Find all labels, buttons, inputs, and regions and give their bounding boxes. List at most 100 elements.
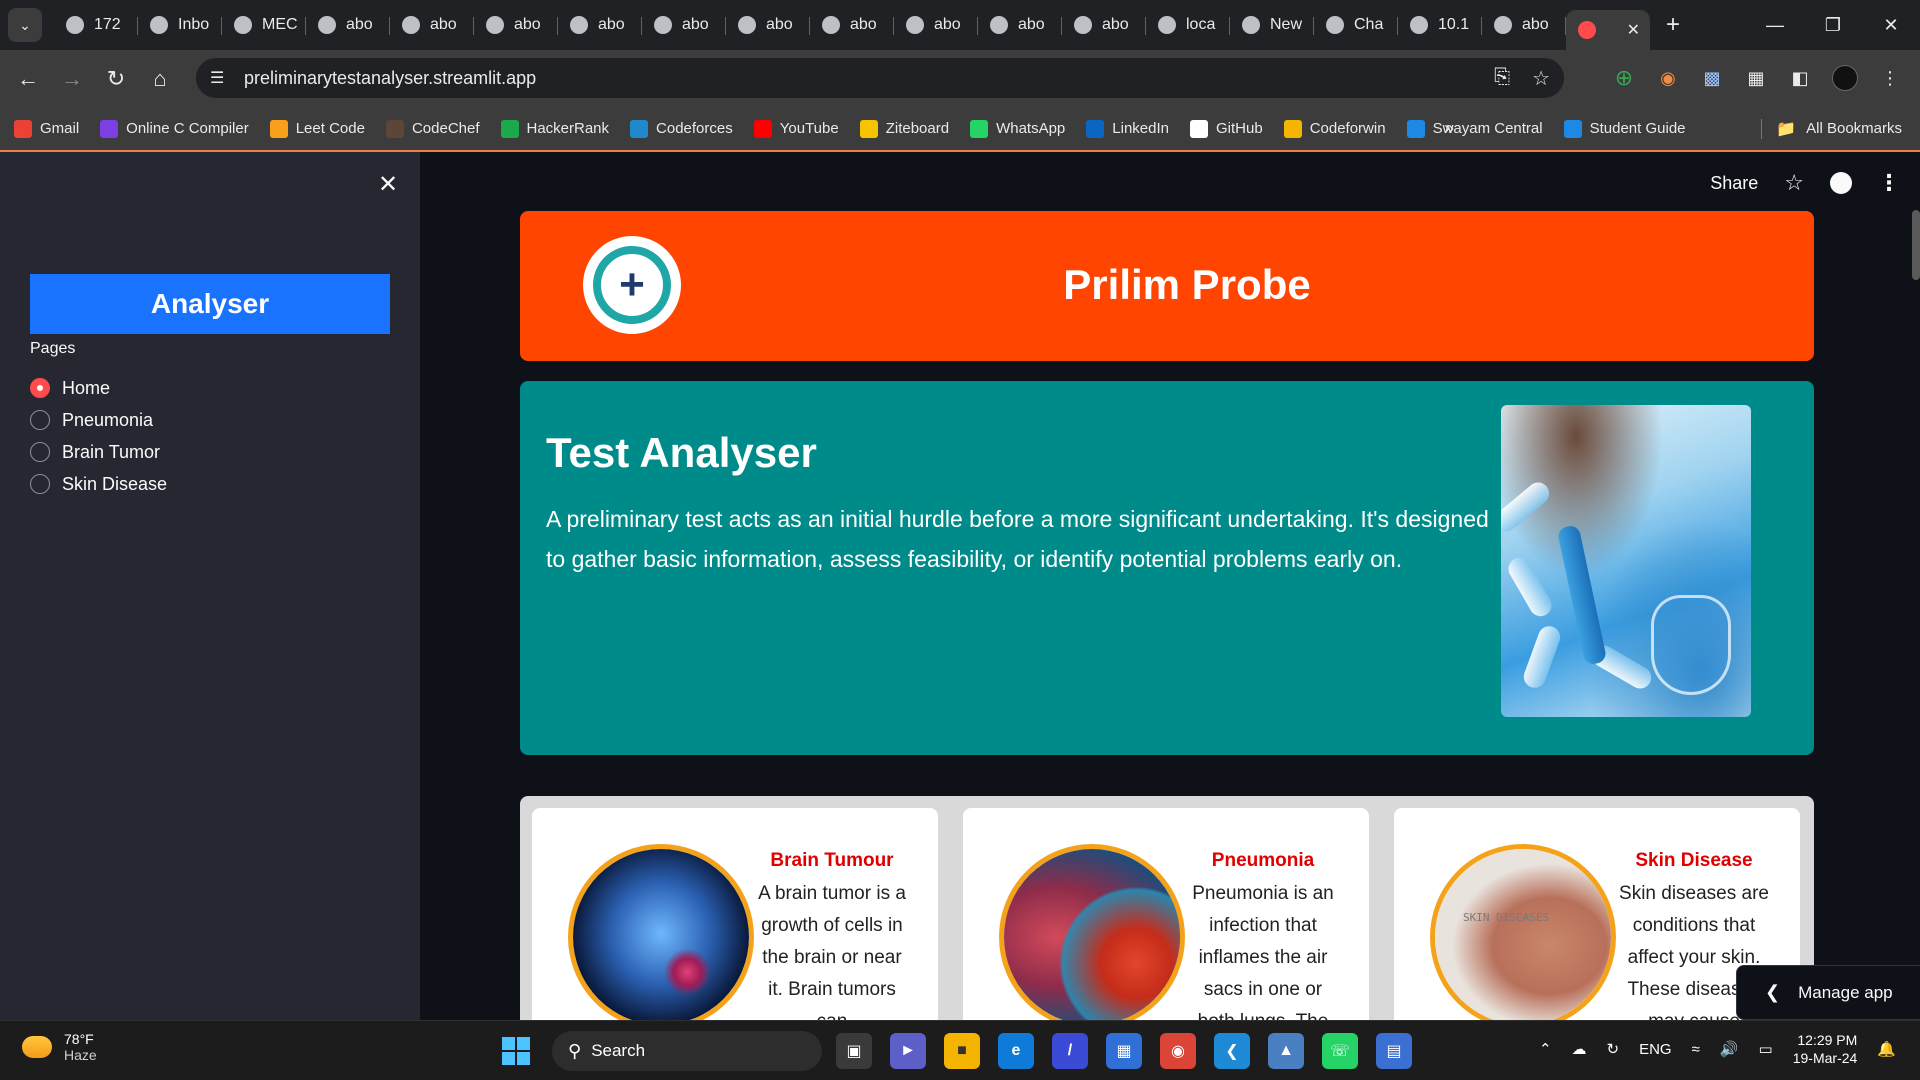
browser-tab[interactable]: 172 bbox=[54, 5, 138, 45]
browser-tab[interactable]: abo bbox=[474, 5, 558, 45]
browser-tab[interactable]: Cha bbox=[1314, 5, 1398, 45]
bookmark-item[interactable]: Codeforces bbox=[630, 119, 733, 138]
github-icon[interactable] bbox=[1830, 172, 1852, 194]
card-title: Pneumonia bbox=[1211, 850, 1315, 871]
app-menu-kebab-icon[interactable]: ⋮ bbox=[1878, 170, 1900, 196]
gmail-icon bbox=[14, 119, 32, 138]
profile-avatar[interactable] bbox=[1832, 65, 1858, 91]
forward-arrow-icon[interactable]: → bbox=[50, 66, 94, 92]
volume-icon[interactable]: 🔊 bbox=[1720, 1040, 1739, 1058]
browser-tab[interactable]: Inbo bbox=[138, 5, 222, 45]
site-info-icon[interactable]: ☰ bbox=[210, 68, 232, 88]
browser-menu-kebab-icon[interactable]: ⋮ bbox=[1878, 66, 1902, 90]
taskbar-search[interactable]: ⚲ Search bbox=[552, 1031, 822, 1071]
bookmark-item[interactable]: Ziteboard bbox=[859, 119, 949, 138]
bookmark-item[interactable]: YouTube bbox=[753, 119, 839, 138]
vscode-icon[interactable]: ❮ bbox=[1214, 1033, 1250, 1069]
page-radio-option[interactable]: Skin Disease bbox=[30, 468, 167, 500]
close-window-icon[interactable]: ✕ bbox=[1862, 15, 1920, 36]
edge-icon[interactable]: e bbox=[998, 1033, 1034, 1069]
windows-start-icon[interactable] bbox=[502, 1037, 530, 1065]
radio-button[interactable] bbox=[30, 378, 50, 398]
address-bar[interactable]: ☰ preliminarytestanalyser.streamlit.app … bbox=[196, 58, 1564, 98]
bookmark-item[interactable]: CodeChef bbox=[385, 119, 480, 138]
bookmark-item[interactable]: GitHub bbox=[1190, 119, 1263, 138]
favorite-star-icon[interactable]: ☆ bbox=[1784, 170, 1804, 196]
bookmark-label: GitHub bbox=[1216, 120, 1263, 137]
pen-app-icon[interactable]: / bbox=[1052, 1033, 1088, 1069]
browser-tab[interactable]: New bbox=[1230, 5, 1314, 45]
back-arrow-icon[interactable]: ← bbox=[6, 66, 50, 92]
streamlit-icon bbox=[1578, 21, 1596, 39]
wifi-icon[interactable]: ≈ bbox=[1692, 1041, 1700, 1058]
radio-button[interactable] bbox=[30, 474, 50, 494]
whatsapp-icon[interactable]: ☏ bbox=[1322, 1033, 1358, 1069]
page-radio-option[interactable]: Home bbox=[30, 372, 167, 404]
address-url[interactable]: preliminarytestanalyser.streamlit.app bbox=[244, 68, 536, 89]
remote-desktop-icon[interactable]: ▤ bbox=[1376, 1033, 1412, 1069]
add-extension-icon[interactable]: ⊕ bbox=[1612, 65, 1636, 90]
close-tab-icon[interactable]: ✕ bbox=[1627, 20, 1640, 40]
active-browser-tab[interactable]: ✕ bbox=[1566, 10, 1650, 50]
bookmark-item[interactable]: Gmail bbox=[14, 119, 79, 138]
bookmark-star-icon[interactable]: ☆ bbox=[1532, 66, 1550, 91]
browser-tab[interactable]: abo bbox=[1482, 5, 1566, 45]
chrome-icon[interactable]: ◉ bbox=[1160, 1033, 1196, 1069]
show-hidden-icons-chevron-icon[interactable]: ⌃ bbox=[1539, 1040, 1552, 1058]
browser-tab[interactable]: abo bbox=[810, 5, 894, 45]
manage-app-button[interactable]: ❮ Manage app bbox=[1736, 965, 1920, 1020]
browser-tab[interactable]: abo bbox=[978, 5, 1062, 45]
bookmark-item[interactable]: WhatsApp bbox=[970, 119, 1065, 138]
radio-button[interactable] bbox=[30, 410, 50, 430]
browser-tab[interactable]: abo bbox=[1062, 5, 1146, 45]
share-button[interactable]: Share bbox=[1710, 173, 1758, 194]
extensions-puzzle-icon[interactable]: ▦ bbox=[1744, 66, 1768, 90]
tab-search-chevron-icon[interactable]: ⌄ bbox=[8, 8, 42, 42]
battery-icon[interactable]: ▭ bbox=[1759, 1040, 1773, 1058]
bookmark-item[interactable]: Online C Compiler bbox=[100, 119, 249, 138]
reload-icon[interactable]: ↻ bbox=[94, 66, 138, 92]
bookmark-item[interactable]: Student Guide bbox=[1563, 119, 1686, 138]
teams-chat-icon[interactable]: ► bbox=[890, 1033, 926, 1069]
bookmark-item[interactable]: LinkedIn bbox=[1086, 119, 1169, 138]
browser-tab[interactable]: abo bbox=[894, 5, 978, 45]
task-view-icon[interactable]: ▣ bbox=[836, 1033, 872, 1069]
browser-tab[interactable]: MEC bbox=[222, 5, 306, 45]
colorful-extension-icon[interactable]: ◉ bbox=[1656, 66, 1680, 90]
install-app-icon[interactable]: ⎘ bbox=[1494, 66, 1510, 91]
language-indicator[interactable]: ENG bbox=[1639, 1041, 1672, 1058]
browser-tab[interactable]: abo bbox=[558, 5, 642, 45]
page-radio-option[interactable]: Brain Tumor bbox=[30, 436, 167, 468]
bookmark-item[interactable]: Leet Code bbox=[269, 119, 365, 138]
bookmark-item[interactable]: HackerRank bbox=[500, 119, 609, 138]
bookmark-item[interactable]: Swayam Central bbox=[1406, 119, 1543, 138]
weather-widget[interactable]: 78°F Haze bbox=[22, 1031, 97, 1063]
minimize-icon[interactable]: — bbox=[1746, 15, 1804, 36]
home-icon[interactable]: ⌂ bbox=[138, 66, 182, 92]
onedrive-cloud-icon[interactable]: ☁ bbox=[1572, 1040, 1587, 1058]
bookmark-item[interactable]: Codeforwin bbox=[1283, 119, 1386, 138]
notifications-bell-icon[interactable]: 🔔 bbox=[1877, 1040, 1896, 1058]
side-panel-icon[interactable]: ◧ bbox=[1788, 66, 1812, 90]
radio-button[interactable] bbox=[30, 442, 50, 462]
scrollbar-thumb[interactable] bbox=[1912, 210, 1920, 280]
all-bookmarks-button[interactable]: 📁 All Bookmarks bbox=[1776, 119, 1902, 139]
photos-icon[interactable]: ▲ bbox=[1268, 1033, 1304, 1069]
clock[interactable]: 12:29 PM 19-Mar-24 bbox=[1793, 1031, 1858, 1067]
browser-tab[interactable]: abo bbox=[642, 5, 726, 45]
browser-tab[interactable]: abo bbox=[726, 5, 810, 45]
browser-tab[interactable]: abo bbox=[390, 5, 474, 45]
restore-icon[interactable]: ❐ bbox=[1804, 15, 1862, 36]
sync-icon[interactable]: ↻ bbox=[1607, 1040, 1620, 1058]
browser-tab[interactable]: 10.1 bbox=[1398, 5, 1482, 45]
browser-tab[interactable]: abo bbox=[306, 5, 390, 45]
tab-title: 172 bbox=[94, 16, 121, 33]
file-explorer-icon[interactable]: ■ bbox=[944, 1033, 980, 1069]
store-icon[interactable]: ▦ bbox=[1106, 1033, 1142, 1069]
more-bookmarks-chevron-icon[interactable]: » bbox=[1444, 118, 1454, 139]
close-sidebar-icon[interactable]: ✕ bbox=[378, 170, 398, 199]
page-radio-option[interactable]: Pneumonia bbox=[30, 404, 167, 436]
browser-tab[interactable]: loca bbox=[1146, 5, 1230, 45]
new-tab-plus-icon[interactable]: + bbox=[1666, 11, 1680, 39]
robot-extension-icon[interactable]: ▩ bbox=[1700, 66, 1724, 90]
